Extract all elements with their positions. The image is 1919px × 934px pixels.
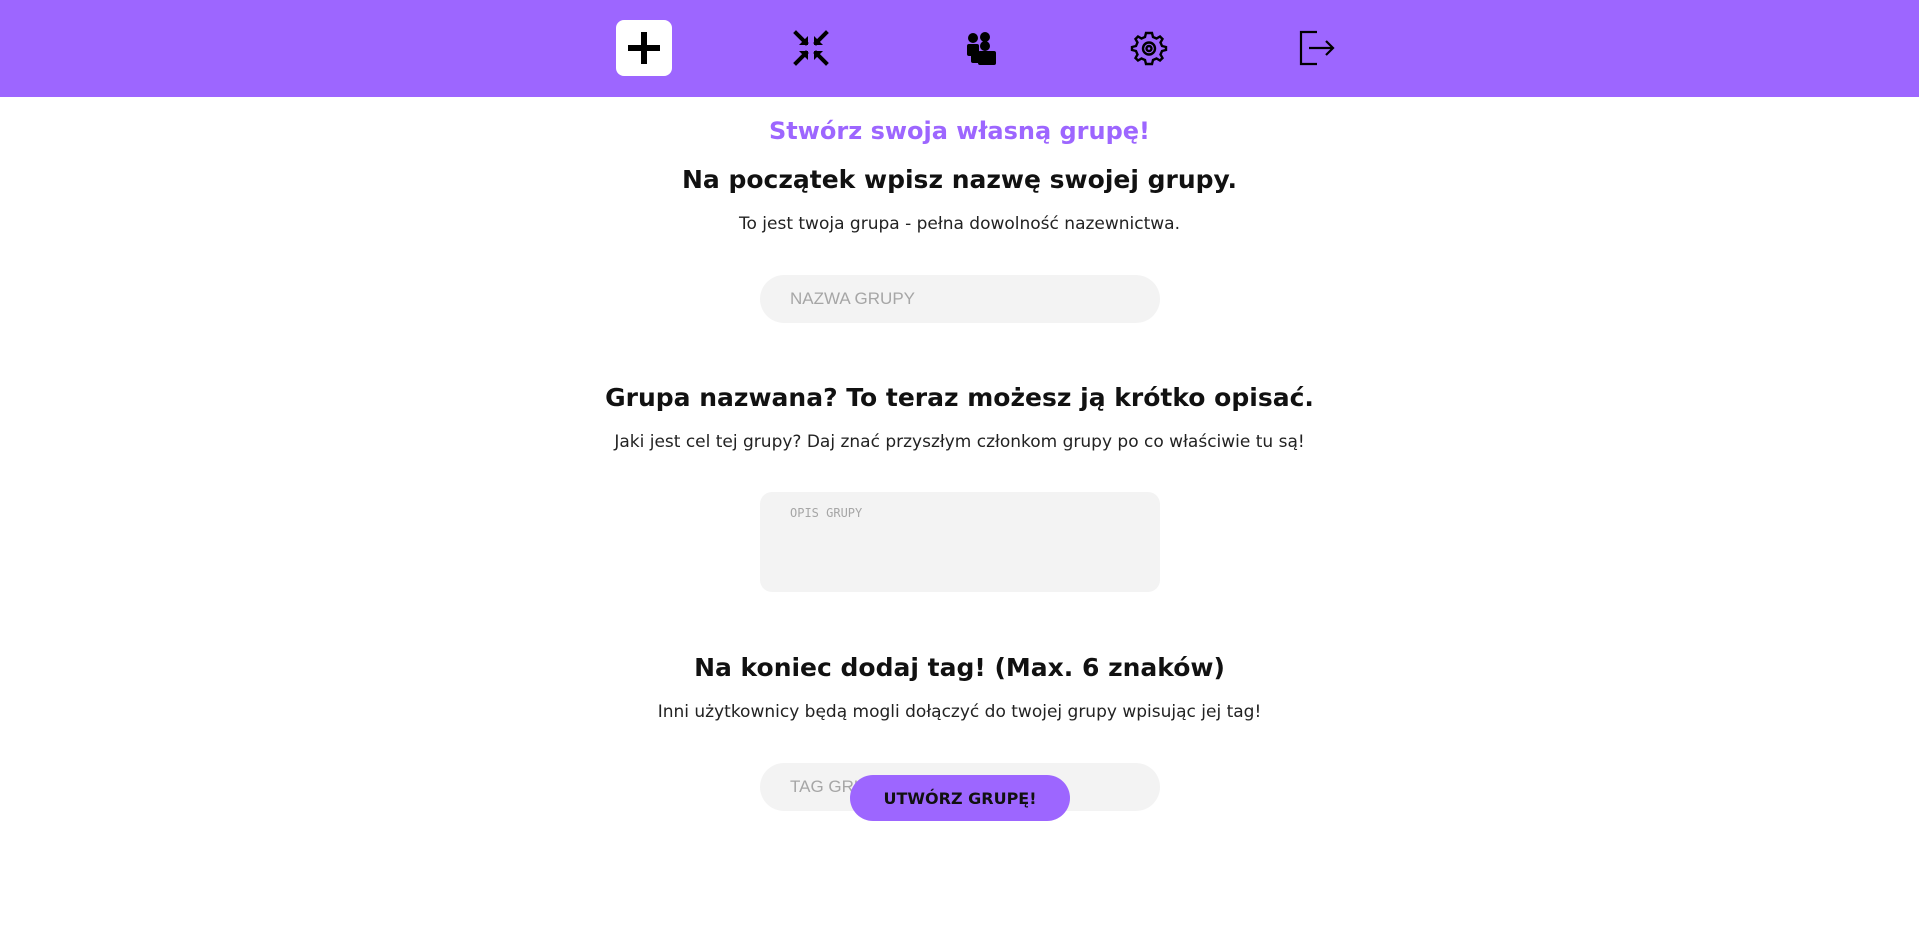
join-group-nav-button[interactable] [783, 20, 839, 76]
logout-icon [1299, 30, 1335, 66]
group-description-textarea[interactable] [760, 492, 1160, 592]
group-name-heading: Na początek wpisz nazwę swojej grupy. [681, 165, 1238, 194]
group-tag-heading: Na koniec dodaj tag! (Max. 6 znaków) [694, 653, 1225, 682]
page-title: Stwórz swoja własną grupę! [769, 117, 1150, 145]
logout-nav-button[interactable] [1289, 20, 1345, 76]
compress-arrows-icon [793, 30, 829, 66]
group-name-input[interactable] [760, 275, 1160, 323]
my-groups-nav-button[interactable] [953, 20, 1009, 76]
group-description-text: Jaki jest cel tej grupy? Daj znać przysz… [614, 432, 1305, 452]
create-group-button[interactable]: UTWÓRZ GRUPĘ! [850, 775, 1070, 821]
top-navigation-bar [0, 0, 1919, 97]
gear-icon [1130, 31, 1168, 66]
create-group-nav-button[interactable] [616, 20, 672, 76]
group-name-description: To jest twoja grupa - pełna dowolność na… [738, 214, 1181, 234]
group-description-heading: Grupa nazwana? To teraz możesz ją krótko… [605, 383, 1314, 412]
settings-nav-button[interactable] [1121, 20, 1177, 76]
plus-icon [628, 32, 660, 64]
users-icon [967, 32, 996, 65]
group-tag-description: Inni użytkownicy będą mogli dołączyć do … [657, 702, 1262, 722]
